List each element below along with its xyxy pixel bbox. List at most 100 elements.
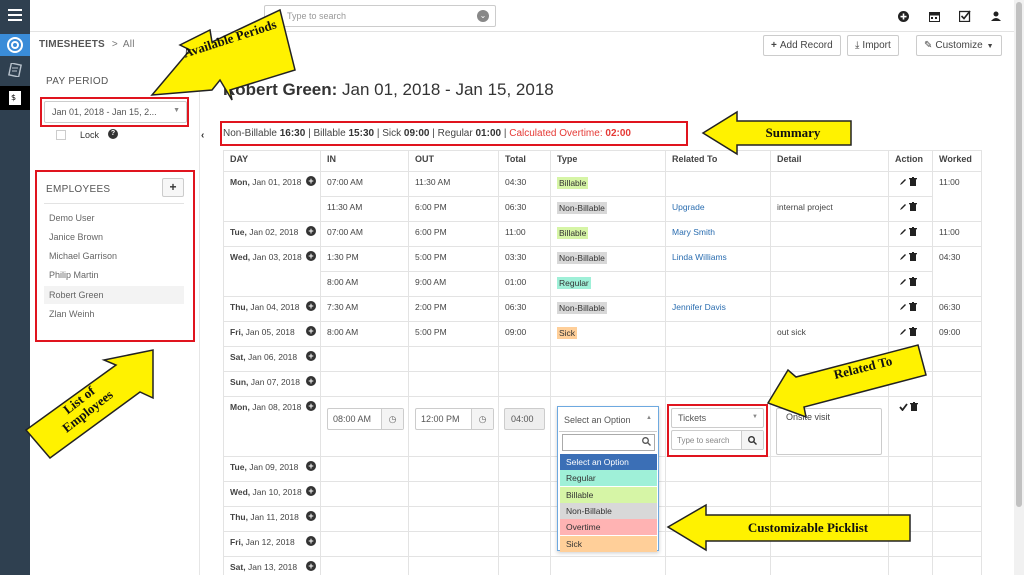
detail-cell[interactable]: internal project [770,196,889,222]
add-employee-button[interactable]: + [162,178,184,197]
breadcrumb-root[interactable]: TIMESHEETS [39,39,105,50]
detail-cell[interactable] [770,171,889,197]
vertical-scrollbar[interactable] [1014,0,1024,575]
picklist-option[interactable]: Non-Billable [560,502,657,519]
type-picklist-dropdown[interactable]: Select an Option ▲ Select an Option Regula… [557,406,659,552]
add-entry-icon[interactable]: + [306,226,316,236]
add-entry-icon[interactable]: + [306,176,316,186]
col-header-type[interactable]: Type [550,150,666,172]
in-cell[interactable]: 7:30 AM [320,296,409,322]
type-cell[interactable]: Non-Billable [550,246,666,272]
type-cell[interactable]: Regular [550,271,666,297]
related-module-select[interactable]: Tickets ▼ [671,408,764,428]
in-cell[interactable] [320,371,409,397]
related-link[interactable]: Jennifer Davis [672,302,726,312]
add-entry-icon[interactable]: + [306,461,316,471]
type-cell[interactable]: Non-Billable [550,196,666,222]
related-link[interactable]: Mary Smith [672,227,715,237]
employee-item[interactable]: Zlan Weinh [44,305,184,323]
trash-icon[interactable] [909,227,918,238]
type-select[interactable]: Select an Option ▲ [559,408,657,432]
related-link[interactable]: Upgrade [672,202,705,212]
type-cell[interactable] [550,371,666,397]
detail-textarea[interactable]: Onsite visit [776,408,882,455]
trash-icon[interactable] [910,402,919,413]
employee-item[interactable]: Janice Brown [44,228,184,246]
picklist-option-selected[interactable]: Select an Option [560,454,657,470]
add-entry-icon[interactable]: + [306,301,316,311]
trash-icon[interactable] [909,202,918,213]
in-cell[interactable]: 07:00 AM [320,221,409,247]
menu-icon[interactable] [0,6,30,24]
out-cell[interactable]: 9:00 AM [408,271,499,297]
add-entry-icon[interactable]: + [306,326,316,336]
time-in-input[interactable]: 08:00 AM ◷ [327,408,404,430]
add-entry-icon[interactable]: + [306,511,316,521]
search-icon[interactable] [741,431,763,449]
out-cell[interactable]: 11:30 AM [408,171,499,197]
checkbox-icon[interactable] [958,9,972,23]
in-cell[interactable]: 8:00 AM [320,321,409,347]
add-entry-icon[interactable]: + [306,561,316,571]
picklist-search-input[interactable] [562,434,655,451]
detail-cell[interactable] [770,371,889,397]
lifebuoy-icon[interactable] [0,34,30,56]
col-header-worked[interactable]: Worked [932,150,982,172]
type-cell[interactable]: Non-Billable [550,296,666,322]
type-cell[interactable]: Billable [550,171,666,197]
type-cell[interactable]: Sick [550,321,666,347]
detail-cell[interactable]: out sick [770,321,889,347]
calendar-icon[interactable] [927,9,941,23]
type-cell[interactable]: Billable [550,221,666,247]
add-entry-icon[interactable]: + [306,376,316,386]
employee-item-active[interactable]: Robert Green [44,286,184,304]
pencil-icon[interactable] [899,203,907,213]
customize-button[interactable]: ✎ Customize ▼ [916,35,1002,56]
out-cell[interactable] [408,371,499,397]
help-icon[interactable]: ? [108,129,118,139]
add-entry-icon[interactable]: + [306,351,316,361]
pencil-icon[interactable] [899,278,907,288]
scrollbar-thumb[interactable] [1016,2,1022,507]
import-button[interactable]: ⤓ Import [847,35,899,56]
clock-icon[interactable]: ◷ [381,409,403,429]
timesheet-icon[interactable]: $ [0,86,30,110]
add-entry-icon[interactable]: + [306,486,316,496]
out-cell[interactable]: 5:00 PM [408,321,499,347]
out-cell[interactable]: 6:00 PM [408,196,499,222]
col-header-day[interactable]: DAY [223,150,321,172]
in-cell[interactable]: 8:00 AM [320,271,409,297]
user-icon[interactable] [989,9,1003,23]
picklist-option[interactable]: Sick [560,535,657,552]
add-entry-icon[interactable]: + [306,401,316,411]
trash-icon[interactable] [909,302,918,313]
related-link[interactable]: Linda Williams [672,252,727,262]
clock-icon[interactable]: ◷ [471,409,493,429]
out-cell[interactable]: 5:00 PM [408,246,499,272]
col-header-related[interactable]: Related To [665,150,771,172]
trash-icon[interactable] [909,277,918,288]
chevron-down-icon[interactable]: ⌄ [477,10,489,22]
collapse-sidebar-icon[interactable]: ‹ [201,130,204,141]
notes-icon[interactable] [0,60,30,80]
lock-checkbox[interactable] [56,130,66,140]
detail-cell[interactable] [770,296,889,322]
out-cell[interactable]: 6:00 PM [408,221,499,247]
trash-icon[interactable] [909,327,918,338]
col-header-detail[interactable]: Detail [770,150,889,172]
trash-icon[interactable] [909,177,918,188]
type-cell[interactable] [550,346,666,372]
add-entry-icon[interactable]: + [306,536,316,546]
detail-cell[interactable] [770,246,889,272]
in-cell[interactable]: 1:30 PM [320,246,409,272]
pencil-icon[interactable] [899,228,907,238]
global-search-input[interactable]: Type to search ⌄ [264,5,496,27]
time-out-input[interactable]: 12:00 PM ◷ [415,408,494,430]
out-cell[interactable] [408,346,499,372]
picklist-option[interactable]: Billable [560,486,657,503]
pencil-icon[interactable] [899,328,907,338]
pencil-icon[interactable] [899,253,907,263]
detail-cell[interactable] [770,271,889,297]
employee-item[interactable]: Michael Garrison [44,247,184,265]
picklist-option[interactable]: Overtime [560,519,657,536]
